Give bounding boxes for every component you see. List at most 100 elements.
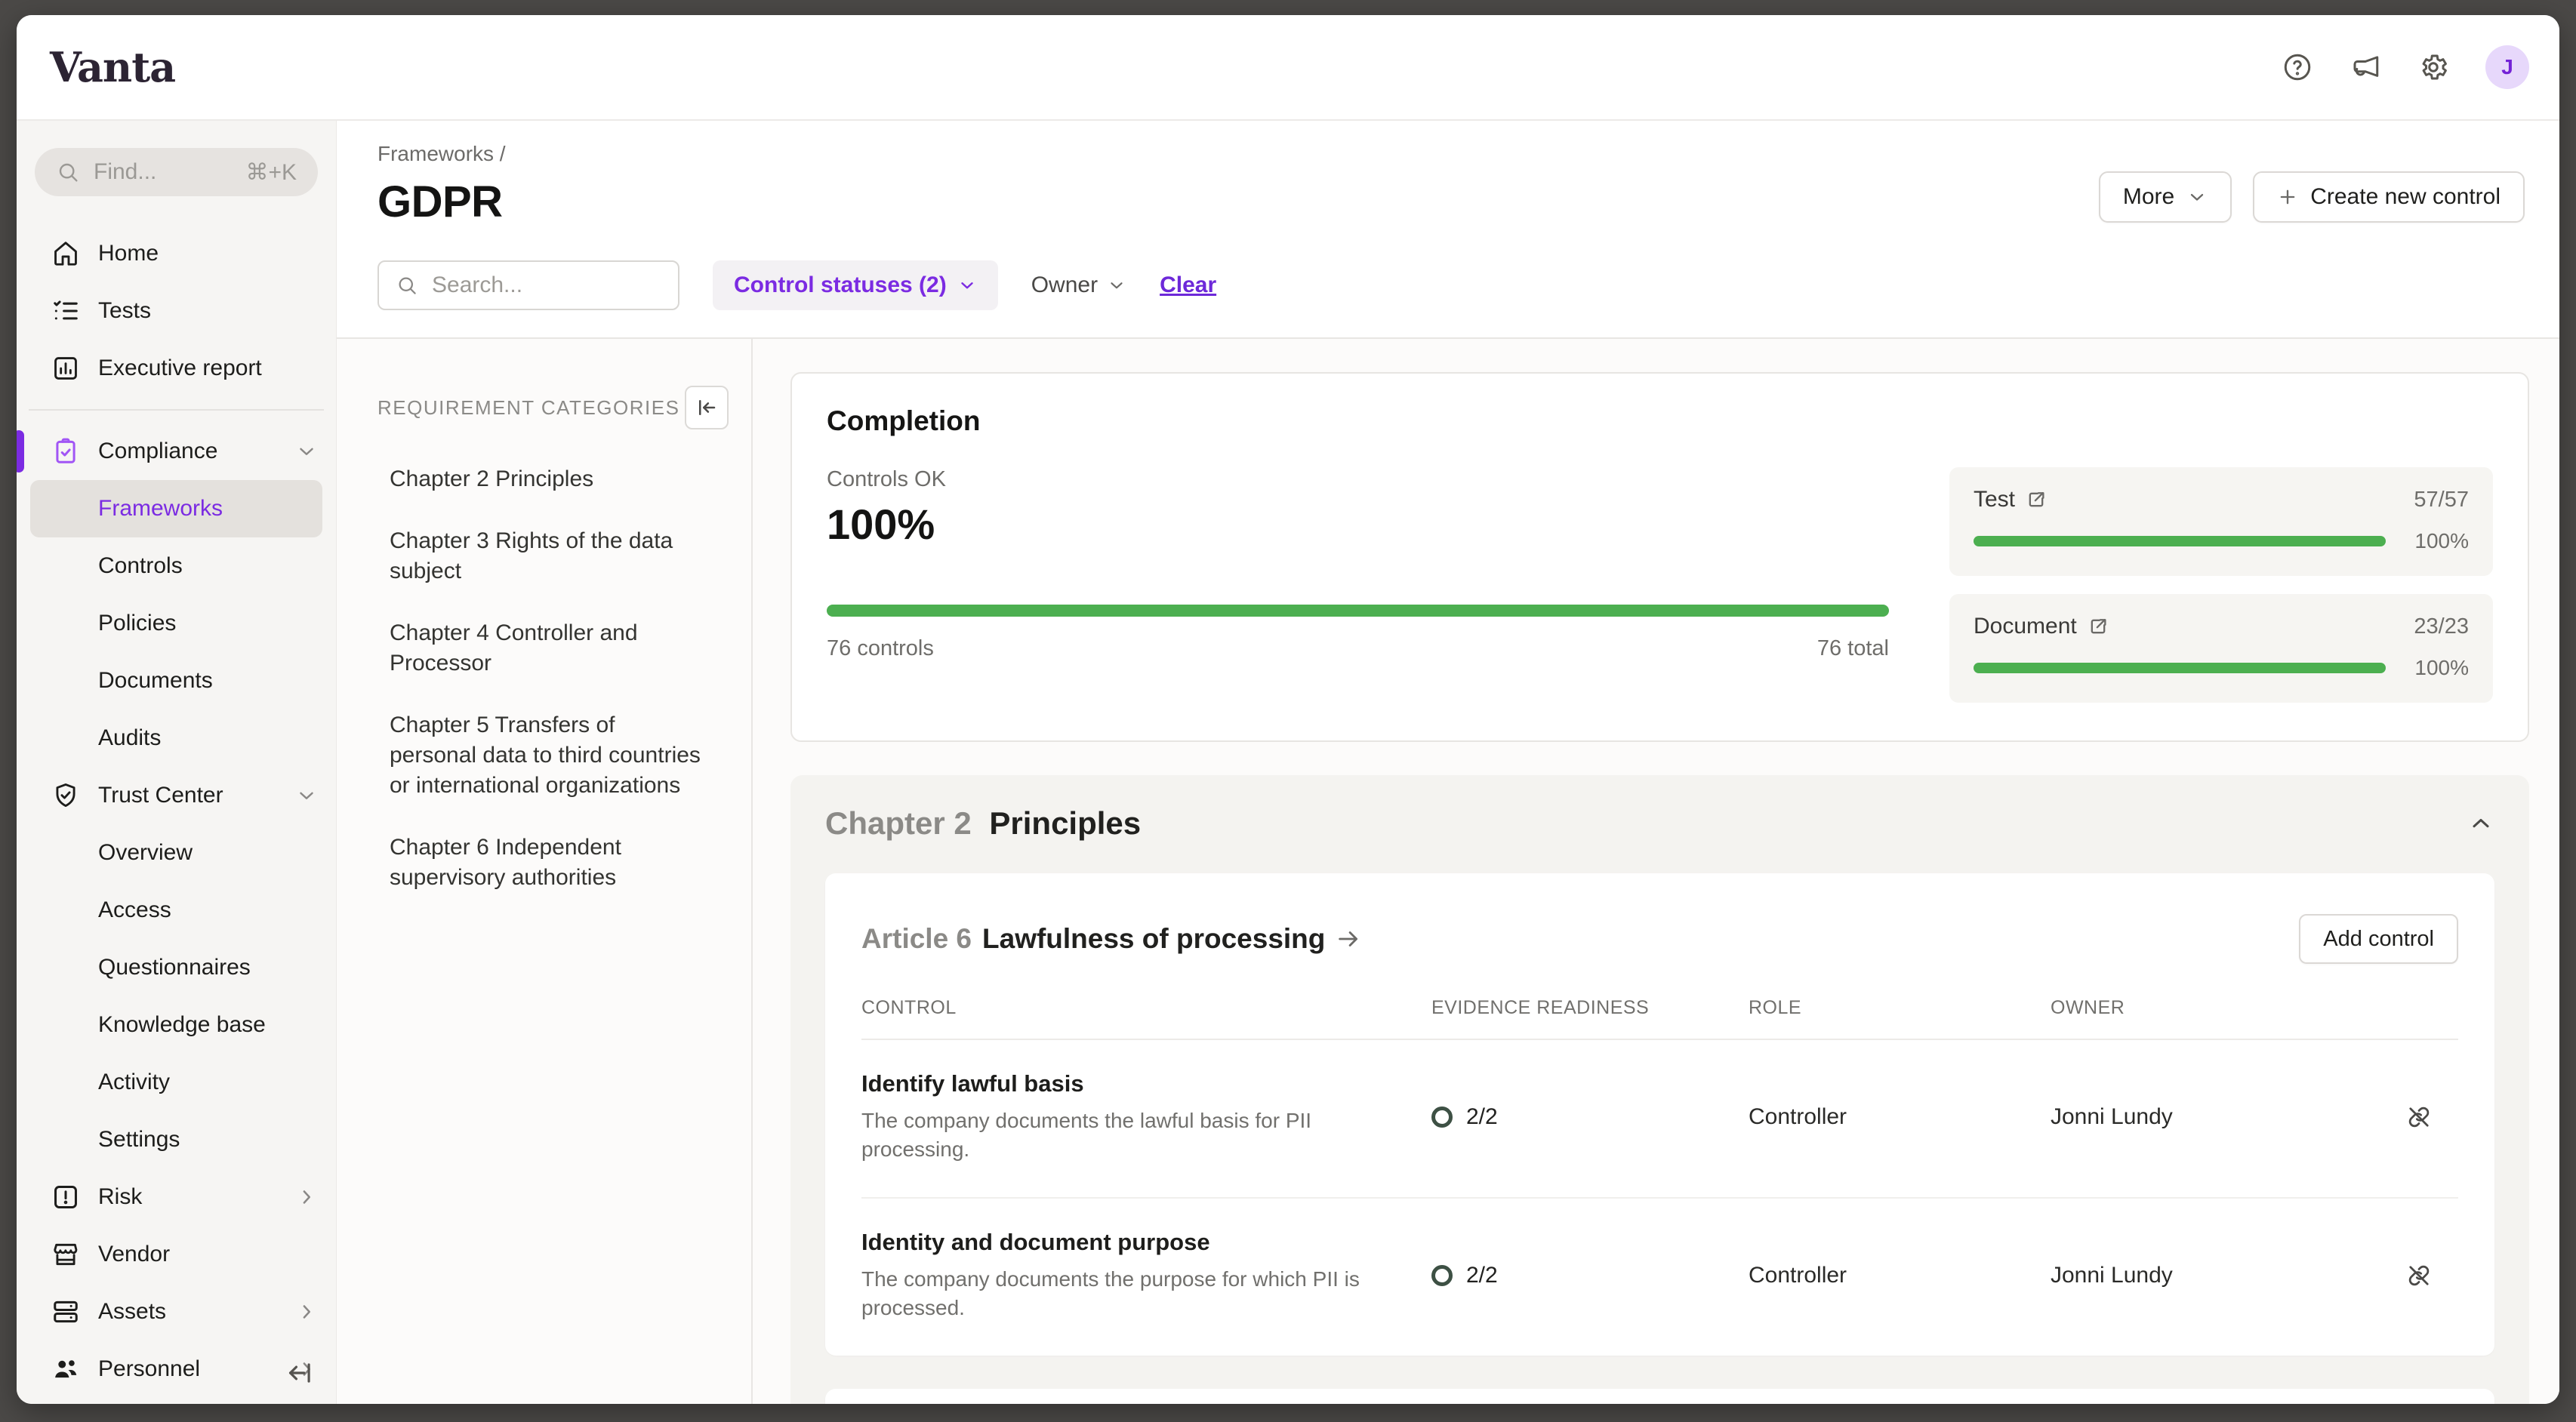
control-name[interactable]: Identity and document purpose [861, 1229, 1431, 1256]
search-input[interactable]: Search... [377, 260, 679, 310]
column-role: ROLE [1749, 997, 2051, 1019]
arrow-right-icon [1336, 926, 1361, 952]
main-panel: Completion Controls OK 100% 76 controls … [753, 339, 2559, 1404]
server-stack-icon [51, 1297, 80, 1326]
sidebar-item-access[interactable]: Access [17, 882, 336, 939]
category-item-chapter-3[interactable]: Chapter 3 Rights of the data subject [390, 526, 707, 586]
control-description: The company documents the lawful basis f… [861, 1107, 1375, 1164]
evidence-count: 2/2 [1466, 1104, 1498, 1130]
article-name: Lawfulness of processing [982, 923, 1325, 955]
owner-filter[interactable]: Owner [1031, 272, 1126, 298]
sidebar-item-overview[interactable]: Overview [17, 824, 336, 882]
controls-ok-label: Controls OK [827, 467, 1889, 492]
breadcrumb-frameworks[interactable]: Frameworks [377, 142, 494, 165]
help-icon[interactable] [2282, 51, 2313, 83]
storefront-icon [51, 1240, 80, 1269]
add-control-button[interactable]: Add control [2299, 914, 2458, 964]
test-stat-card: Test 57/57 100% [1949, 467, 2493, 576]
external-link-icon[interactable] [2088, 616, 2109, 637]
chevron-down-icon [1107, 275, 1126, 295]
app-window: Vanta J Find... ⌘+K H [17, 15, 2559, 1404]
sidebar-item-label: Settings [98, 1127, 180, 1153]
page-header: Frameworks / GDPR More Create new contro… [337, 121, 2559, 227]
sidebar-item-label: Executive report [98, 356, 262, 381]
sidebar-item-vendor[interactable]: Vendor [17, 1226, 336, 1283]
test-stat-count: 57/57 [2414, 488, 2469, 512]
chapter-2-section: Chapter 2 Principles Article 6 Lawfulnes… [790, 775, 2529, 1404]
more-button[interactable]: More [2099, 171, 2232, 223]
sidebar-item-label: Policies [98, 611, 176, 636]
sidebar-nav: Home Tests Executive report Compliance [17, 225, 336, 1404]
requirement-categories-panel: REQUIREMENT CATEGORIES Chapter 2 Princip… [337, 339, 751, 1404]
collapse-panel-button[interactable] [685, 386, 729, 429]
category-item-chapter-2[interactable]: Chapter 2 Principles [390, 464, 707, 494]
document-stat-count: 23/23 [2414, 614, 2469, 639]
table-row: Identity and document purpose The compan… [861, 1199, 2458, 1356]
sidebar-item-activity[interactable]: Activity [17, 1054, 336, 1111]
category-item-chapter-5[interactable]: Chapter 5 Transfers of personal data to … [390, 710, 707, 801]
sidebar-item-compliance[interactable]: Compliance [17, 423, 336, 480]
completion-title: Completion [827, 405, 2493, 437]
checklist-icon [51, 297, 80, 325]
chevron-down-icon [957, 275, 977, 295]
sidebar-item-label: Audits [98, 725, 161, 751]
chevron-up-icon[interactable] [2467, 810, 2494, 837]
category-item-chapter-6[interactable]: Chapter 6 Independent supervisory author… [390, 833, 707, 893]
sidebar-item-home[interactable]: Home [17, 225, 336, 282]
sidebar-item-knowledge-base[interactable]: Knowledge base [17, 996, 336, 1054]
plus-icon [2277, 186, 2298, 208]
sidebar-item-frameworks[interactable]: Frameworks [30, 480, 322, 537]
unlink-icon[interactable] [2405, 1262, 2433, 1289]
evidence-count: 2/2 [1466, 1263, 1498, 1288]
sidebar-item-audits[interactable]: Audits [17, 709, 336, 767]
sidebar-item-label: Questionnaires [98, 955, 251, 980]
search-icon [56, 160, 80, 184]
sidebar-collapse-icon[interactable] [286, 1359, 315, 1387]
category-item-chapter-4[interactable]: Chapter 4 Controller and Processor [390, 618, 707, 679]
control-name[interactable]: Identify lawful basis [861, 1070, 1431, 1097]
vanta-logo: Vanta [50, 43, 175, 91]
control-statuses-filter[interactable]: Control statuses (2) [713, 260, 998, 310]
sidebar-item-label: Activity [98, 1070, 170, 1095]
clear-filters-link[interactable]: Clear [1160, 272, 1216, 298]
gear-icon[interactable] [2417, 51, 2449, 83]
create-new-control-button[interactable]: Create new control [2253, 171, 2525, 223]
sidebar-item-trust-center[interactable]: Trust Center [17, 767, 336, 824]
sidebar-item-settings[interactable]: Settings [17, 1111, 336, 1168]
sidebar-item-label: Personnel [98, 1356, 200, 1382]
sidebar-item-policies[interactable]: Policies [17, 595, 336, 652]
sidebar-item-risk[interactable]: Risk [17, 1168, 336, 1226]
control-statuses-label: Control statuses (2) [734, 272, 947, 298]
sidebar-item-controls[interactable]: Controls [17, 537, 336, 595]
sidebar-item-questionnaires[interactable]: Questionnaires [17, 939, 336, 996]
find-placeholder: Find... [94, 159, 232, 185]
sidebar-item-label: Trust Center [98, 783, 223, 808]
sidebar-item-executive-report[interactable]: Executive report [17, 340, 336, 397]
test-percent: 100% [2404, 529, 2469, 553]
external-link-icon[interactable] [2026, 489, 2047, 510]
user-avatar[interactable]: J [2485, 45, 2529, 89]
controls-ok-value: 100% [827, 500, 1889, 549]
megaphone-icon[interactable] [2350, 51, 2381, 83]
document-stat-card: Document 23/23 100% [1949, 594, 2493, 703]
column-control: CONTROL [861, 997, 1431, 1019]
sidebar-item-label: Documents [98, 668, 213, 694]
owner-label: Owner [1031, 272, 1098, 298]
column-evidence-readiness: EVIDENCE READINESS [1431, 997, 1749, 1019]
unlink-icon[interactable] [2405, 1103, 2433, 1131]
sidebar-item-tests[interactable]: Tests [17, 282, 336, 340]
search-icon [396, 274, 418, 297]
test-stat-label: Test [1974, 487, 2015, 512]
sidebar-item-assets[interactable]: Assets [17, 1283, 336, 1340]
users-icon [51, 1355, 80, 1384]
sidebar-item-documents[interactable]: Documents [17, 652, 336, 709]
find-input[interactable]: Find... ⌘+K [35, 148, 318, 196]
test-progress-bar [1974, 536, 2386, 546]
breadcrumb-separator: / [500, 142, 506, 165]
control-description: The company documents the purpose for wh… [861, 1265, 1375, 1322]
clipboard-check-icon [51, 437, 80, 466]
create-label: Create new control [2310, 184, 2501, 210]
sidebar-item-label: Assets [98, 1299, 166, 1325]
table-row: Identify lawful basis The company docume… [861, 1040, 2458, 1199]
article-6-title[interactable]: Article 6 Lawfulness of processing [861, 923, 1361, 955]
